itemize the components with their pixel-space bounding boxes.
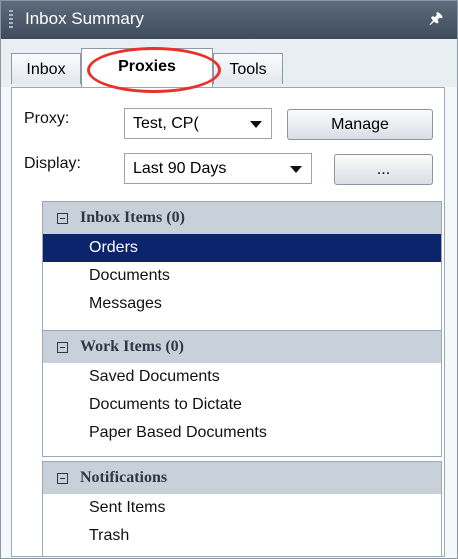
proxy-label: Proxy: [24,110,70,127]
tab-inbox-label: Inbox [26,61,66,78]
proxies-panel: Proxy: Test, CP( Manage Display: Last 90… [11,87,445,557]
more-options-label: ... [376,161,391,178]
tab-tools[interactable]: Tools [213,53,283,84]
section-header[interactable]: Work Items (0) [43,331,441,363]
section-work-items: Work Items (0) Saved Documents Documents… [42,330,442,457]
section-notifications: Notifications Sent Items Trash [42,461,442,557]
pin-icon[interactable]: 🖈 [429,8,443,33]
display-label: Display: [24,155,81,172]
manage-button-label: Manage [331,116,389,133]
title-bar[interactable]: Inbox Summary 🖈 [1,1,457,39]
tab-strip: Inbox Proxies Tools [1,39,457,87]
inbox-summary-window: Inbox Summary 🖈 Inbox Proxies Tools Prox… [0,0,458,559]
more-options-button[interactable]: ... [334,154,433,185]
proxy-value: Test, CP( [133,115,199,132]
window-title: Inbox Summary [25,9,145,28]
list-item-messages[interactable]: Messages [43,290,441,318]
list-item-sent-items[interactable]: Sent Items [43,494,441,522]
proxy-dropdown[interactable]: Test, CP( [124,108,272,139]
drag-grip-icon[interactable] [9,10,13,30]
section-header[interactable]: Notifications [43,462,441,494]
collapse-icon[interactable] [57,473,68,484]
chevron-down-icon [250,121,262,128]
section-title: Notifications [80,469,168,486]
manage-button[interactable]: Manage [287,109,433,140]
collapse-icon[interactable] [57,342,68,353]
list-item-documents-to-dictate[interactable]: Documents to Dictate [43,391,441,419]
section-title: Work Items (0) [80,338,184,355]
annotation-circle [87,47,221,93]
collapse-icon[interactable] [57,213,68,224]
section-title: Inbox Items (0) [80,209,185,226]
list-item-paper-based-documents[interactable]: Paper Based Documents [43,419,441,447]
display-value: Last 90 Days [133,160,227,177]
list-item-documents[interactable]: Documents [43,262,441,290]
list-item-saved-documents[interactable]: Saved Documents [43,363,441,391]
list-item-trash[interactable]: Trash [43,522,441,550]
tab-tools-label: Tools [229,61,267,78]
chevron-down-icon [290,166,302,173]
section-header[interactable]: Inbox Items (0) [43,202,441,234]
list-item-orders[interactable]: Orders [43,234,441,262]
tab-inbox[interactable]: Inbox [11,53,81,84]
display-dropdown[interactable]: Last 90 Days [124,153,312,184]
